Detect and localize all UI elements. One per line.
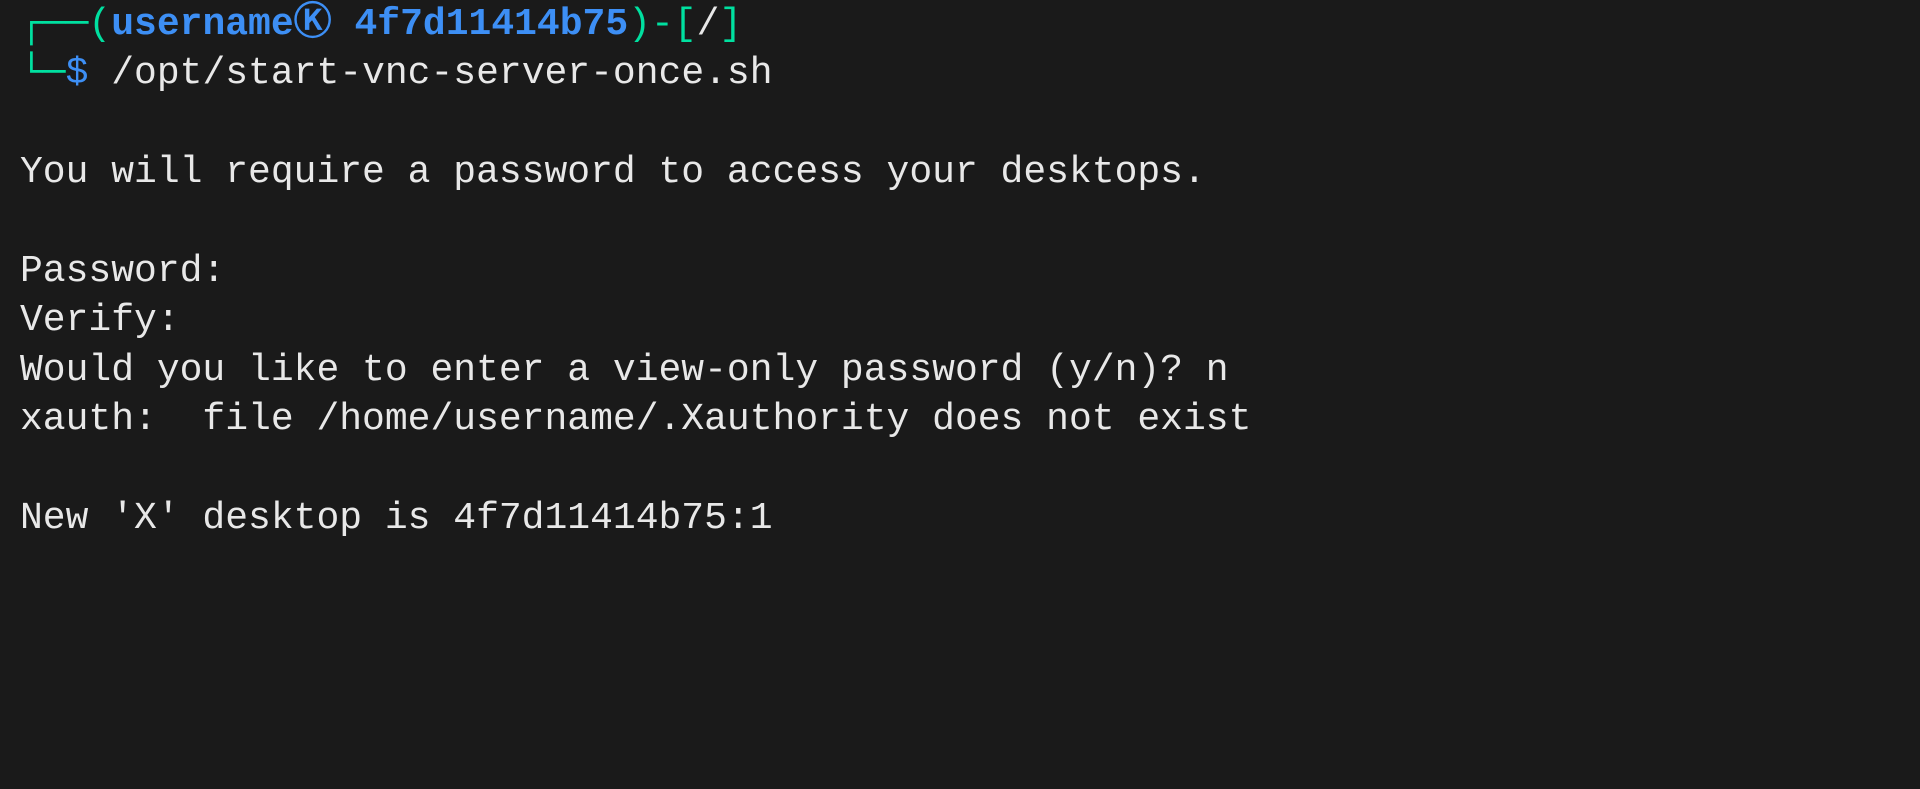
terminal-window[interactable]: ┌──(usernameⓀ 4f7d11414b75)-[/] └─$ /opt… [0, 0, 1920, 563]
prompt-open-paren: ( [88, 3, 111, 46]
output-new-desktop: New 'X' desktop is 4f7d11414b75:1 [20, 494, 1900, 543]
prompt-path: / [697, 3, 720, 46]
prompt-circled-k-icon: Ⓚ [294, 3, 332, 46]
prompt-line-1: ┌──(usernameⓀ 4f7d11414b75)-[/] [20, 0, 1900, 49]
prompt-hostname: 4f7d11414b75 [355, 3, 629, 46]
command-text: /opt/start-vnc-server-once.sh [111, 52, 772, 95]
output-require-password: You will require a password to access yo… [20, 148, 1900, 197]
prompt-bracket-close: ] [719, 3, 742, 46]
prompt-dollar: $ [66, 52, 89, 95]
blank-line [20, 99, 1900, 148]
output-viewonly-prompt: Would you like to enter a view-only pass… [20, 346, 1900, 395]
output-xauth-warning: xauth: file /home/username/.Xauthority d… [20, 395, 1900, 444]
output-verify-prompt: Verify: [20, 296, 1900, 345]
prompt-close-paren: ) [628, 3, 651, 46]
blank-line [20, 445, 1900, 494]
prompt-dash-bracket: -[ [651, 3, 697, 46]
prompt-box-corner-top: ┌── [20, 3, 88, 46]
prompt-box-corner-bottom: └─ [20, 52, 66, 95]
prompt-username: username [111, 3, 293, 46]
blank-line [20, 198, 1900, 247]
prompt-line-2: └─$ /opt/start-vnc-server-once.sh [20, 49, 1900, 98]
prompt-space [332, 3, 355, 46]
output-password-prompt: Password: [20, 247, 1900, 296]
